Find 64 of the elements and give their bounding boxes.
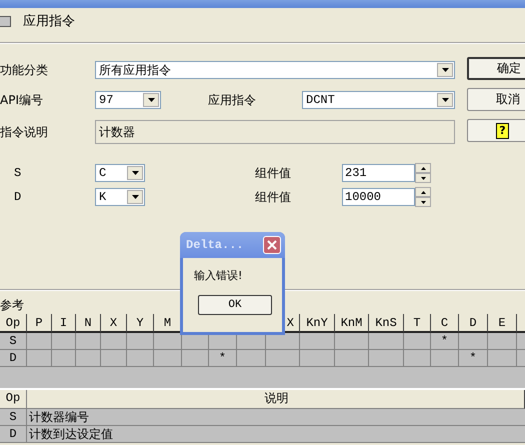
table-cell: * xyxy=(431,333,459,350)
spin-up-icon[interactable] xyxy=(415,163,431,173)
column-header: I xyxy=(52,314,76,333)
section-label: 参考 xyxy=(0,297,24,314)
close-icon[interactable] xyxy=(263,236,281,254)
column-header: KnY xyxy=(300,314,335,333)
column-header: E xyxy=(488,314,517,333)
column-header: KnS xyxy=(369,314,404,333)
field-label: 应用指令 xyxy=(208,92,257,108)
tab-icon xyxy=(0,16,11,26)
ok-button[interactable]: OK xyxy=(198,295,272,315)
column-header: T xyxy=(404,314,431,333)
field-label: 指令说明 xyxy=(0,124,49,140)
table-cell xyxy=(488,333,517,350)
table-cell xyxy=(52,333,76,350)
field-label: 功能分类 xyxy=(0,62,49,78)
table-cell xyxy=(27,333,52,350)
column-header: X xyxy=(101,314,127,333)
operand-label: S xyxy=(13,166,22,180)
field-label: 组件值 xyxy=(255,188,292,206)
value-spin-field[interactable]: 10000 xyxy=(342,188,415,206)
table-cell: S xyxy=(0,333,27,350)
api-number-dropdown[interactable]: 97 xyxy=(95,91,161,109)
column-header: N xyxy=(76,314,101,333)
help-icon: ? xyxy=(496,122,509,138)
column-header: C xyxy=(431,314,459,333)
column-header: KnM xyxy=(335,314,369,333)
table-cell xyxy=(369,333,404,350)
value-spin-field[interactable]: 231 xyxy=(342,164,415,182)
operand-type-dropdown[interactable]: K xyxy=(95,188,145,206)
help-button[interactable]: ? xyxy=(467,119,525,142)
column-header: Op xyxy=(0,314,27,333)
spin-down-icon[interactable] xyxy=(415,173,431,183)
table-cell xyxy=(404,333,431,350)
instruction-dropdown[interactable]: DCNT xyxy=(302,91,455,109)
table-cell xyxy=(300,333,335,350)
column-header: D xyxy=(459,314,488,333)
table-cell xyxy=(76,333,101,350)
spin-down-icon[interactable] xyxy=(415,197,431,207)
column-header: 说明 xyxy=(27,390,525,409)
table-cell: 计数器编号 xyxy=(27,409,525,426)
operand-type-dropdown[interactable]: C xyxy=(95,164,145,182)
error-message: 输入错误! xyxy=(194,268,244,283)
column-header: M xyxy=(154,314,182,333)
spin-up-icon[interactable] xyxy=(415,187,431,197)
table-cell: D xyxy=(0,426,27,443)
field-label: API编号 xyxy=(0,92,44,108)
dialog-title: Delta... xyxy=(186,238,244,252)
table-cell xyxy=(459,333,488,350)
table-cell: S xyxy=(0,409,27,426)
description-field: 计数器 xyxy=(95,120,455,144)
table-cell xyxy=(101,333,127,350)
column-header: Op xyxy=(0,390,27,409)
cancel-button[interactable]: 取消 xyxy=(467,88,525,111)
table-cell xyxy=(335,333,369,350)
column-header: P xyxy=(27,314,52,333)
table-cell xyxy=(127,333,154,350)
section-tab[interactable]: 应用指令 xyxy=(23,12,75,30)
table-cell: 计数到达设定值 xyxy=(27,426,525,443)
field-label: 组件值 xyxy=(255,164,292,182)
column-header: Y xyxy=(127,314,154,333)
ok-button[interactable]: 确定 xyxy=(467,57,525,80)
category-dropdown[interactable]: 所有应用指令 xyxy=(95,61,455,79)
operand-label: D xyxy=(13,190,22,204)
